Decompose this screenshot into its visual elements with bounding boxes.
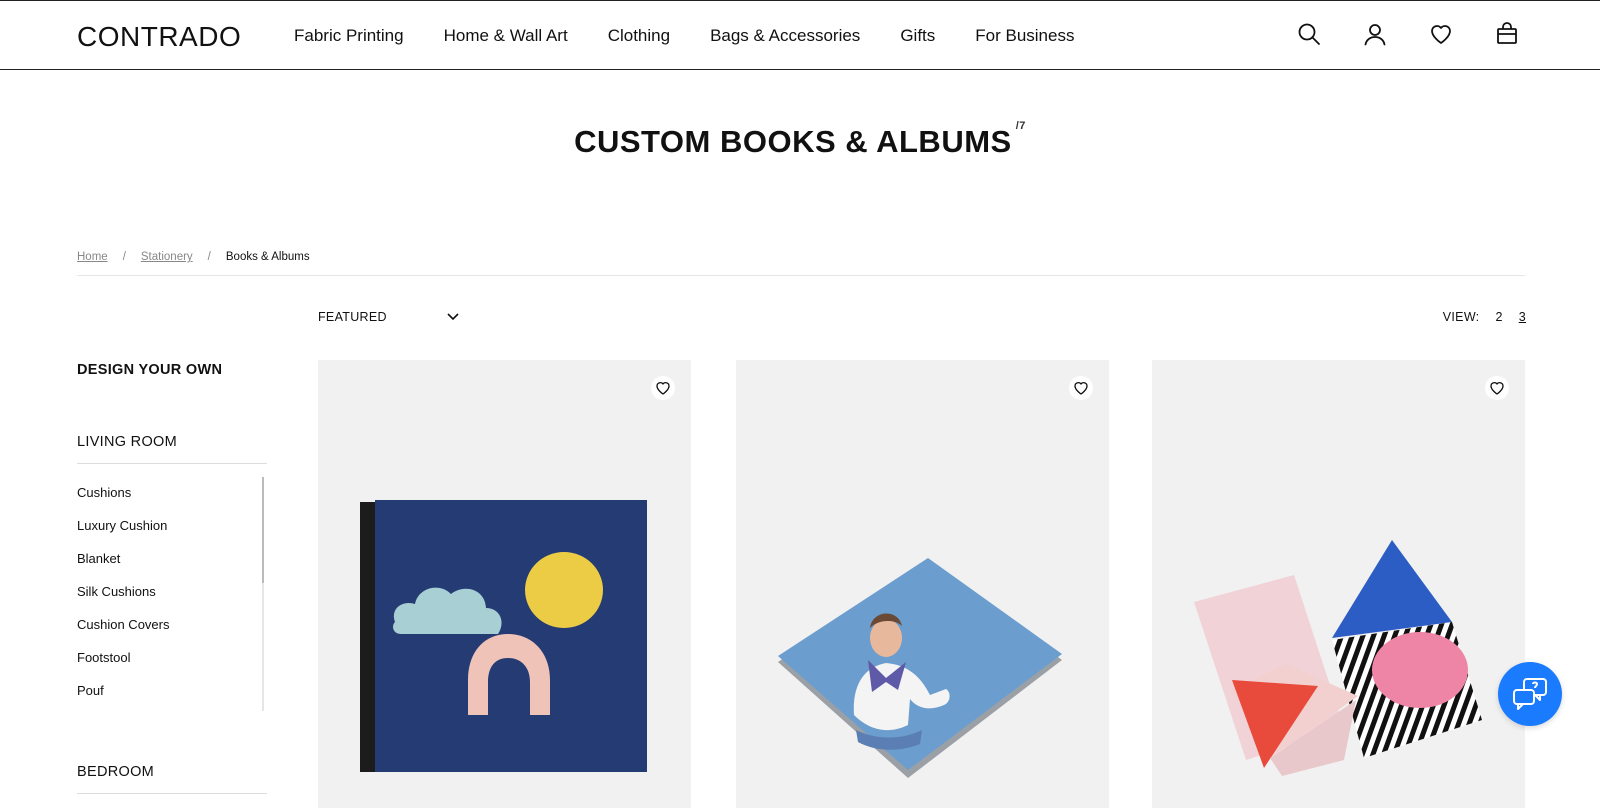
product-image-geometric-books — [1194, 540, 1482, 776]
sidebar-scrollbar[interactable] — [262, 477, 264, 711]
chat-help-icon — [1513, 678, 1547, 710]
sidebar-section-title: LIVING ROOM — [77, 434, 177, 450]
sidebar-item-blanket[interactable]: Blanket — [77, 551, 267, 584]
heart-icon — [1074, 382, 1088, 395]
sidebar-item-pouf[interactable]: Pouf — [77, 683, 267, 716]
page-title: CUSTOM BOOKS & ALBUMS/7 — [0, 120, 1600, 160]
chat-help-button[interactable] — [1498, 662, 1562, 726]
sidebar-item-cushions[interactable]: Cushions — [77, 485, 267, 518]
product-count: /7 — [1015, 120, 1026, 132]
breadcrumb-home[interactable]: Home — [77, 251, 108, 263]
header-icons — [1296, 21, 1520, 47]
product-card[interactable] — [318, 360, 691, 808]
sidebar-section-bedroom[interactable]: BEDROOM — [77, 764, 267, 794]
nav-clothing[interactable]: Clothing — [608, 26, 670, 46]
breadcrumb-separator: / — [207, 251, 211, 263]
wishlist-icon[interactable] — [1428, 21, 1454, 47]
view-option-2[interactable]: 2 — [1495, 310, 1502, 324]
view-option-3[interactable]: 3 — [1519, 310, 1526, 324]
wishlist-button[interactable] — [1485, 376, 1509, 400]
sidebar-item-cushion-covers[interactable]: Cushion Covers — [77, 617, 267, 650]
page-title-text: CUSTOM BOOKS & ALBUMS — [574, 124, 1012, 159]
site-header: CONTRADO Fabric Printing Home & Wall Art… — [0, 0, 1600, 70]
breadcrumb: Home / Stationery / Books & Albums — [77, 251, 310, 263]
bag-icon[interactable] — [1494, 21, 1520, 47]
sidebar-item-footstool[interactable]: Footstool — [77, 650, 267, 683]
breadcrumb-stationery[interactable]: Stationery — [141, 251, 193, 263]
breadcrumb-divider — [77, 275, 1525, 276]
nav-gifts[interactable]: Gifts — [900, 26, 935, 46]
sidebar-item-silk-cushions[interactable]: Silk Cushions — [77, 584, 267, 617]
nav-fabric-printing[interactable]: Fabric Printing — [294, 26, 404, 46]
chevron-down-icon — [447, 313, 459, 321]
sidebar-scrollbar-thumb[interactable] — [262, 477, 264, 583]
search-icon[interactable] — [1296, 21, 1322, 47]
account-icon[interactable] — [1362, 21, 1388, 47]
breadcrumb-current: Books & Albums — [225, 251, 310, 263]
wishlist-button[interactable] — [651, 376, 675, 400]
nav-for-business[interactable]: For Business — [975, 26, 1074, 46]
heart-icon — [1490, 382, 1504, 395]
product-card[interactable] — [1152, 360, 1525, 808]
sidebar-section-title: BEDROOM — [77, 764, 155, 780]
nav-home-wall-art[interactable]: Home & Wall Art — [444, 26, 568, 46]
sidebar-list-living-room: Cushions Luxury Cushion Blanket Silk Cus… — [77, 485, 267, 711]
sort-label: FEATURED — [318, 310, 387, 324]
product-image-photo-book — [778, 558, 1062, 778]
sidebar-section-living-room[interactable]: LIVING ROOM — [77, 434, 267, 464]
sidebar-item-luxury-cushion[interactable]: Luxury Cushion — [77, 518, 267, 551]
sort-dropdown[interactable]: FEATURED — [318, 310, 459, 324]
nav-bags-accessories[interactable]: Bags & Accessories — [710, 26, 860, 46]
wishlist-button[interactable] — [1069, 376, 1093, 400]
view-label: VIEW: — [1442, 310, 1480, 324]
breadcrumb-separator: / — [122, 251, 126, 263]
main-nav: Fabric Printing Home & Wall Art Clothing… — [294, 26, 1074, 46]
product-card[interactable] — [736, 360, 1109, 808]
sidebar-design-your-own[interactable]: DESIGN YOUR OWN — [77, 362, 222, 378]
view-selector: VIEW: 2 3 — [1443, 310, 1526, 324]
product-image-navy-book — [360, 500, 647, 772]
site-logo[interactable]: CONTRADO — [77, 21, 241, 53]
heart-icon — [656, 382, 670, 395]
